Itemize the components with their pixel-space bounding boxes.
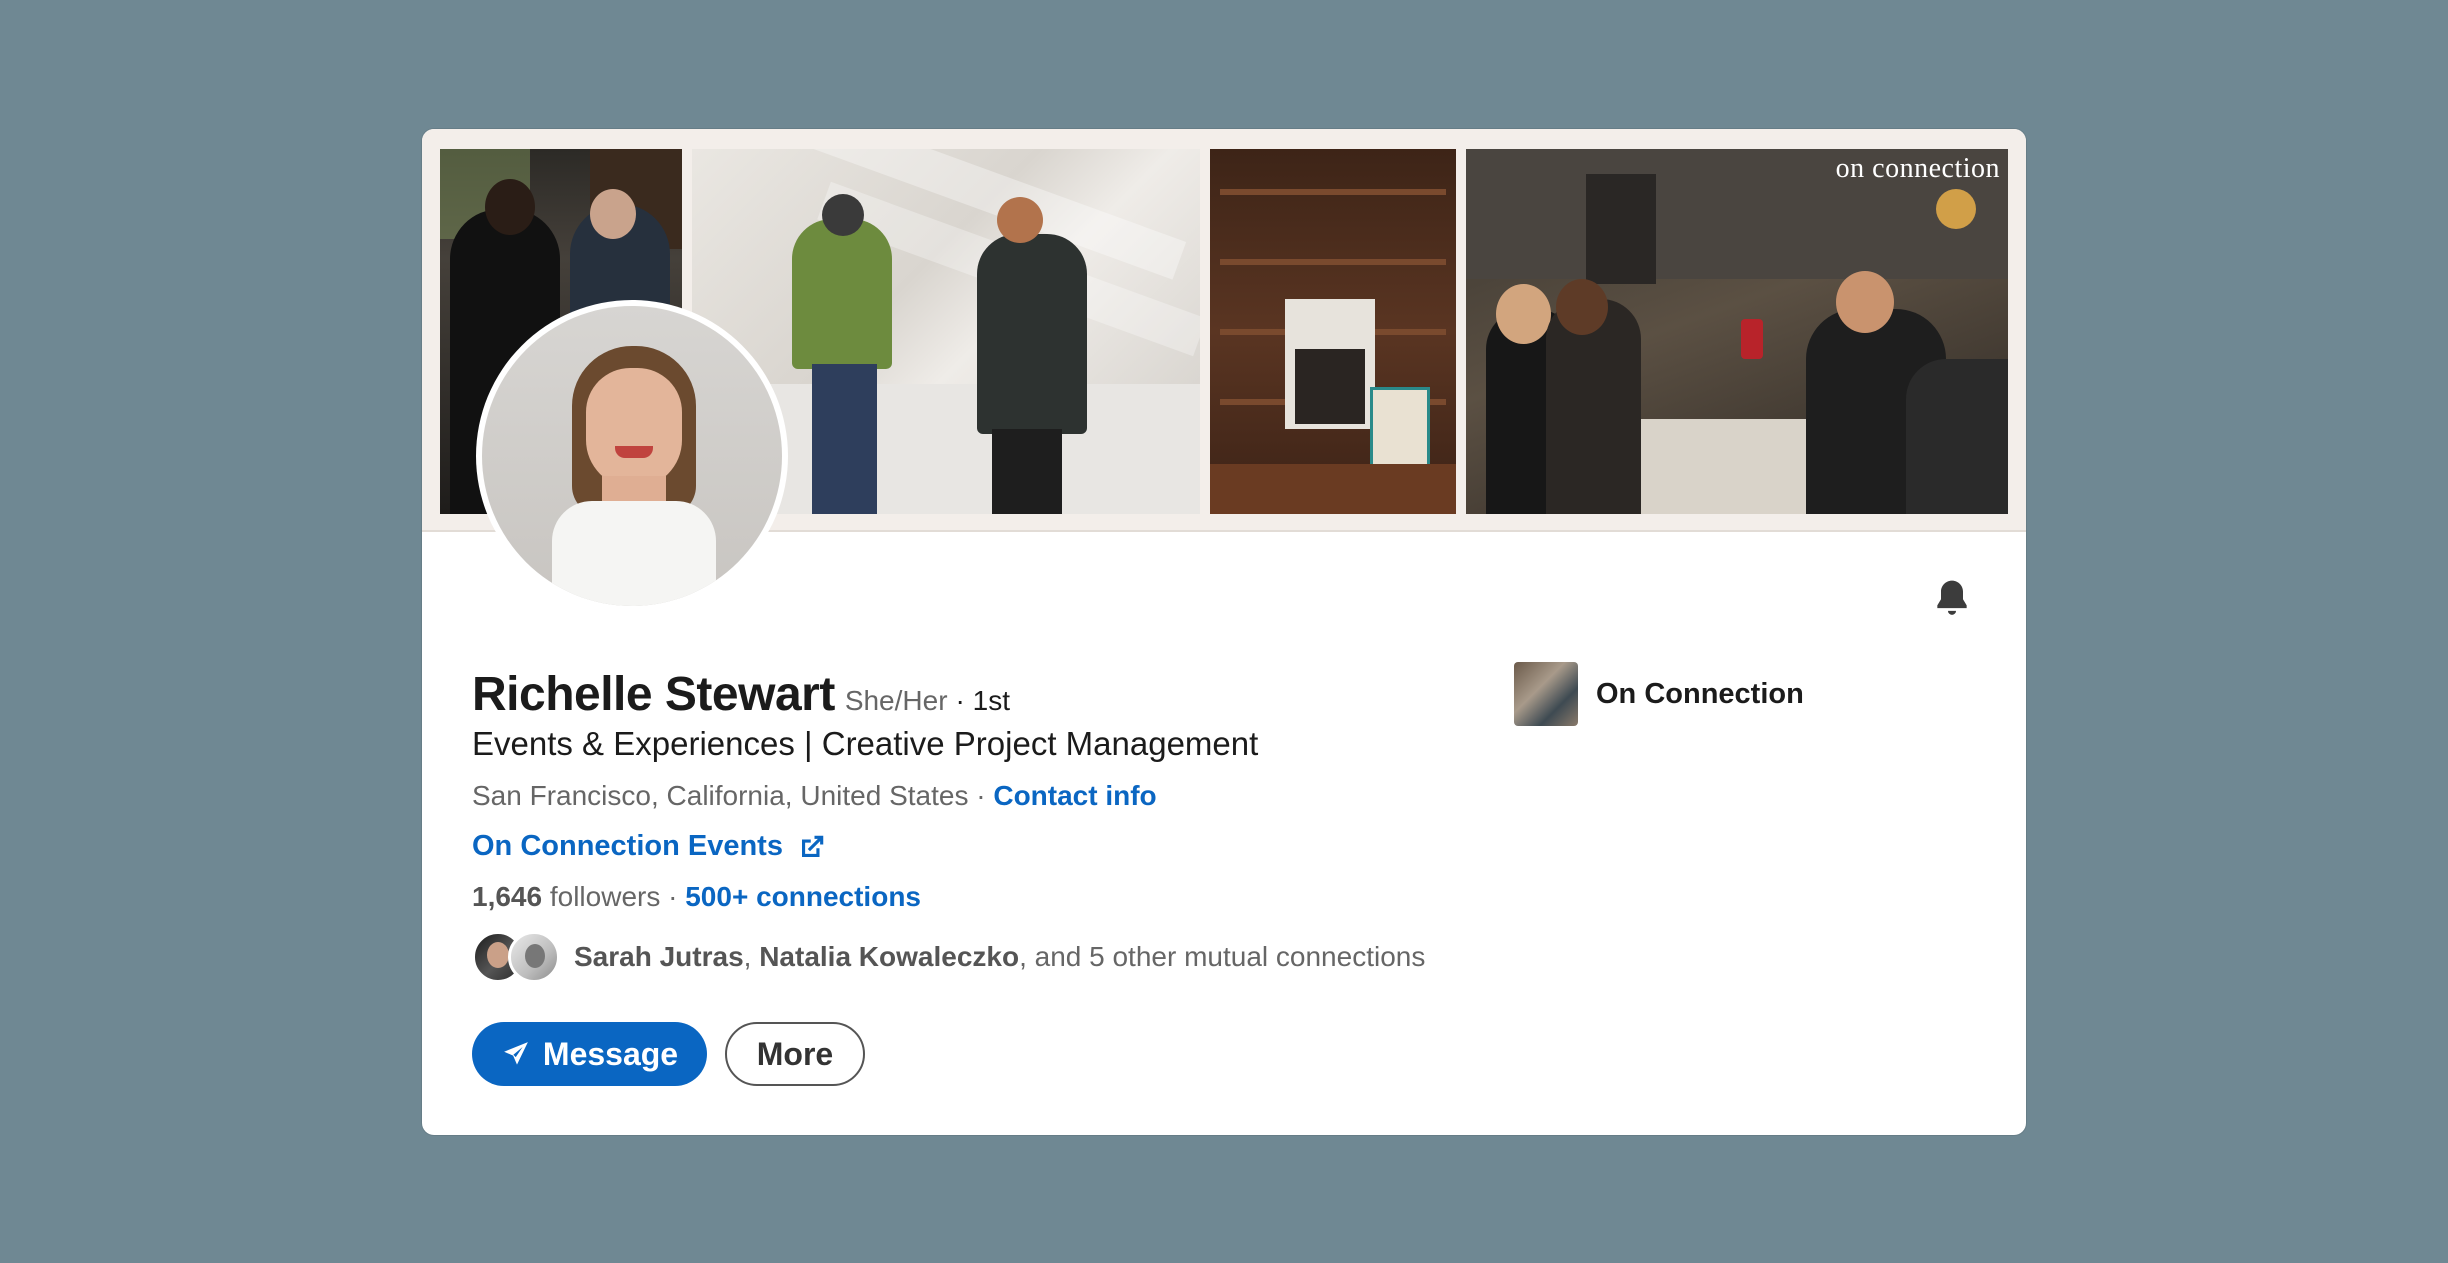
mutual-connections[interactable]: Sarah Jutras, Natalia Kowaleczko, and 5 … bbox=[472, 931, 1425, 983]
followers-label: followers bbox=[549, 881, 661, 912]
mutual-name-2: Natalia Kowaleczko bbox=[759, 941, 1020, 972]
send-icon bbox=[504, 1042, 528, 1065]
mutual-name-1: Sarah Jutras bbox=[574, 941, 744, 972]
action-buttons: Message More bbox=[472, 1022, 865, 1086]
website-link[interactable]: On Connection Events bbox=[472, 830, 827, 863]
external-link-icon bbox=[801, 835, 824, 857]
website-label: On Connection Events bbox=[472, 830, 783, 862]
banner-photo-3 bbox=[1210, 149, 1456, 514]
mutual-text: Sarah Jutras, Natalia Kowaleczko, and 5 … bbox=[574, 941, 1425, 973]
more-button[interactable]: More bbox=[725, 1022, 865, 1086]
banner-watermark: on connection bbox=[1835, 153, 2000, 184]
profile-avatar[interactable] bbox=[476, 300, 788, 612]
connections-separator: · bbox=[668, 881, 678, 912]
connections-link[interactable]: 500+ connections bbox=[685, 881, 921, 912]
name-row: Richelle Stewart She/Her · 1st bbox=[472, 667, 1010, 722]
pronouns: She/Her bbox=[844, 685, 948, 716]
followers-row: 1,646 followers · 500+ connections bbox=[472, 881, 921, 913]
current-company[interactable]: On Connection bbox=[1514, 662, 1804, 726]
company-logo bbox=[1514, 662, 1578, 726]
location-row: San Francisco, California, United States… bbox=[472, 780, 1157, 812]
more-label: More bbox=[756, 1035, 834, 1072]
contact-info-link[interactable]: Contact info bbox=[993, 780, 1156, 811]
followers-count: 1,646 bbox=[472, 881, 543, 912]
banner-photo-4: on connection bbox=[1466, 149, 2008, 514]
profile-name: Richelle Stewart bbox=[472, 668, 835, 721]
bell-icon[interactable] bbox=[1930, 576, 1974, 620]
location-text: San Francisco, California, United States bbox=[472, 780, 969, 811]
profile-headline: Events & Experiences | Creative Project … bbox=[472, 725, 1259, 762]
connection-degree: · 1st bbox=[955, 685, 1010, 716]
company-name: On Connection bbox=[1596, 677, 1804, 710]
mutual-avatar-2 bbox=[508, 931, 560, 983]
message-label: Message bbox=[542, 1035, 679, 1072]
message-button[interactable]: Message bbox=[472, 1022, 707, 1086]
mutual-rest: , and 5 other mutual connections bbox=[1019, 941, 1426, 972]
profile-card: on connection Richelle Stewart She/Her ·… bbox=[422, 129, 2026, 1135]
avatar-photo bbox=[482, 306, 782, 606]
mutual-comma: , bbox=[743, 941, 752, 972]
location-separator: · bbox=[976, 780, 986, 811]
